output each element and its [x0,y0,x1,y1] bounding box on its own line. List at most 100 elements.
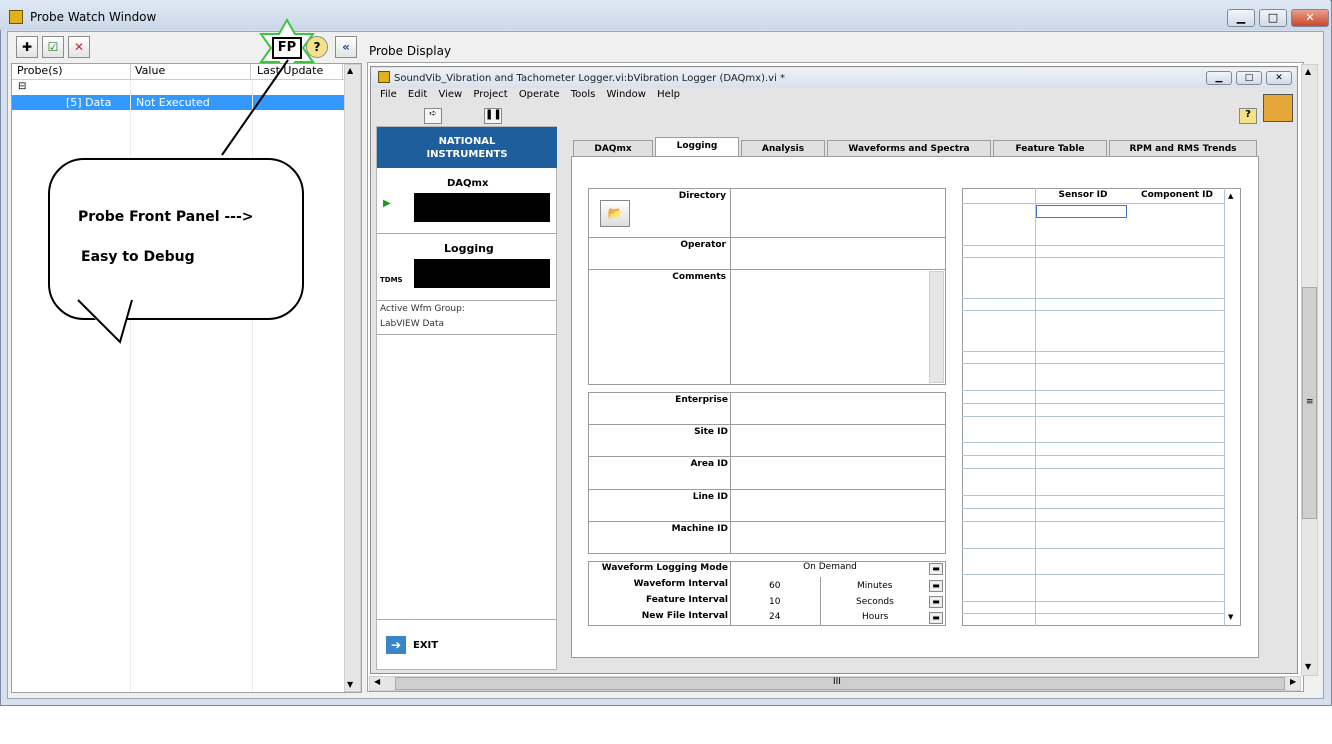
table-row [962,403,1224,404]
vi-minimize-button[interactable]: ▁ [1206,71,1232,85]
table-row [962,495,1224,496]
folder-icon[interactable]: 📂 [600,200,630,227]
waveform-interval-value[interactable]: 60 [769,581,780,591]
sensor-id-cell[interactable] [1036,205,1127,218]
table-scroll-down-icon[interactable]: ▼ [1228,613,1233,621]
delete-probe-button[interactable]: ✕ [68,36,90,58]
waveform-interval-label: Waveform Interval [633,579,728,589]
vi-maximize-button[interactable]: □ [1236,71,1262,85]
probe-display-label: Probe Display [369,44,452,58]
probe-list-scrollbar[interactable] [344,64,361,692]
help-button[interactable]: ? [306,36,328,58]
daqmx-play-icon: ▶ [383,198,391,209]
new-file-interval-unit[interactable]: Hours [862,612,888,622]
run-arrow-icon[interactable]: ➪ [424,108,442,124]
scroll-down-icon[interactable]: ▼ [1305,662,1311,671]
table-row [962,455,1224,456]
vi-icon [378,71,390,83]
new-file-interval-value[interactable]: 24 [769,612,780,622]
minimize-button[interactable]: ▁ [1227,9,1255,27]
menu-file[interactable]: File [380,89,397,100]
exit-icon[interactable]: ➔ [386,636,406,654]
scroll-up-icon[interactable]: ▲ [347,66,353,75]
maximize-button[interactable]: □ [1259,9,1287,27]
feature-interval-unit[interactable]: Seconds [856,597,894,607]
machine-id-field[interactable] [732,523,944,552]
divider [377,233,557,234]
table-row [962,416,1224,417]
table-row [962,310,1224,311]
pause-icon[interactable]: ❚❚ [484,108,502,124]
feature-interval-value[interactable]: 10 [769,597,780,607]
mode-select[interactable]: On Demand [732,562,928,576]
area-id-label: Area ID [690,459,728,469]
scroll-left-icon[interactable]: ◀ [374,677,380,686]
table-scroll-up-icon[interactable]: ▲ [1228,192,1233,200]
menu-edit[interactable]: Edit [408,89,427,100]
table-row [962,508,1224,509]
window-title: Probe Watch Window [30,10,157,24]
exit-button[interactable]: EXIT [413,640,438,651]
comments-field[interactable] [732,271,930,383]
divider [730,188,731,385]
vi-help-icon[interactable]: ? [1239,108,1257,124]
menu-view[interactable]: View [438,89,462,100]
scroll-down-icon[interactable]: ▼ [347,680,353,689]
table-row [962,574,1224,575]
front-panel-button[interactable]: FP [272,37,302,59]
table-row [962,351,1224,352]
vi-close-button[interactable]: ✕ [1266,71,1292,85]
menu-project[interactable]: Project [473,89,507,100]
waveform-interval-unit[interactable]: Minutes [857,581,892,591]
new-file-interval-label: New File Interval [641,611,728,621]
table-row [962,613,1224,614]
site-id-field[interactable] [732,426,944,455]
column-header-probes[interactable]: Probe(s) [17,64,131,80]
manage-probes-button[interactable]: ☑ [42,36,64,58]
feature-interval-label: Feature Interval [646,595,728,605]
divider [588,269,946,270]
menu-help[interactable]: Help [657,89,680,100]
probe-name: [5] Data [66,96,112,109]
machine-id-label: Machine ID [671,524,728,534]
line-id-label: Line ID [692,492,728,502]
unit-dropdown-icon[interactable]: ▬ [929,596,943,608]
comments-scrollbar[interactable] [929,271,944,383]
table-row [962,203,1224,204]
menu-tools[interactable]: Tools [571,89,596,100]
collapse-button[interactable]: « [335,36,357,58]
column-header-last-update[interactable]: Last Update [257,64,343,80]
enterprise-field[interactable] [732,394,944,423]
mode-dropdown-icon[interactable]: ▬ [929,563,943,575]
new-probe-button[interactable]: ✚ [16,36,38,58]
divider [377,334,557,335]
close-button[interactable]: ✕ [1291,9,1329,27]
logging-label: Logging [444,242,494,255]
line-id-field[interactable] [732,491,944,520]
divider [377,619,557,620]
group-toggle[interactable]: ⊟ [18,81,26,92]
scroll-right-icon[interactable]: ▶ [1290,677,1296,686]
divider [377,300,557,301]
table-row [962,390,1224,391]
table-row [962,601,1224,602]
table-row [962,521,1224,522]
unit-dropdown-icon[interactable]: ▬ [929,580,943,592]
menu-operate[interactable]: Operate [519,89,560,100]
table-row [962,245,1224,246]
sensor-table[interactable] [962,188,1241,626]
comments-label: Comments [672,272,726,282]
column-header-value[interactable]: Value [135,64,251,80]
unit-dropdown-icon[interactable]: ▬ [929,612,943,624]
component-id-header: Component ID [1141,190,1213,200]
tab-logging[interactable]: Logging [655,137,739,158]
vi-title: SoundVib_Vibration and Tachometer Logger… [394,73,786,84]
area-id-field[interactable] [732,458,944,487]
callout-tail [72,298,133,344]
menu-window[interactable]: Window [607,89,646,100]
directory-field[interactable] [732,190,944,236]
operator-field[interactable] [732,239,944,267]
callout-line2: Easy to Debug [81,249,195,265]
scroll-up-icon[interactable]: ▲ [1305,67,1311,76]
daqmx-label: DAQmx [447,178,489,189]
